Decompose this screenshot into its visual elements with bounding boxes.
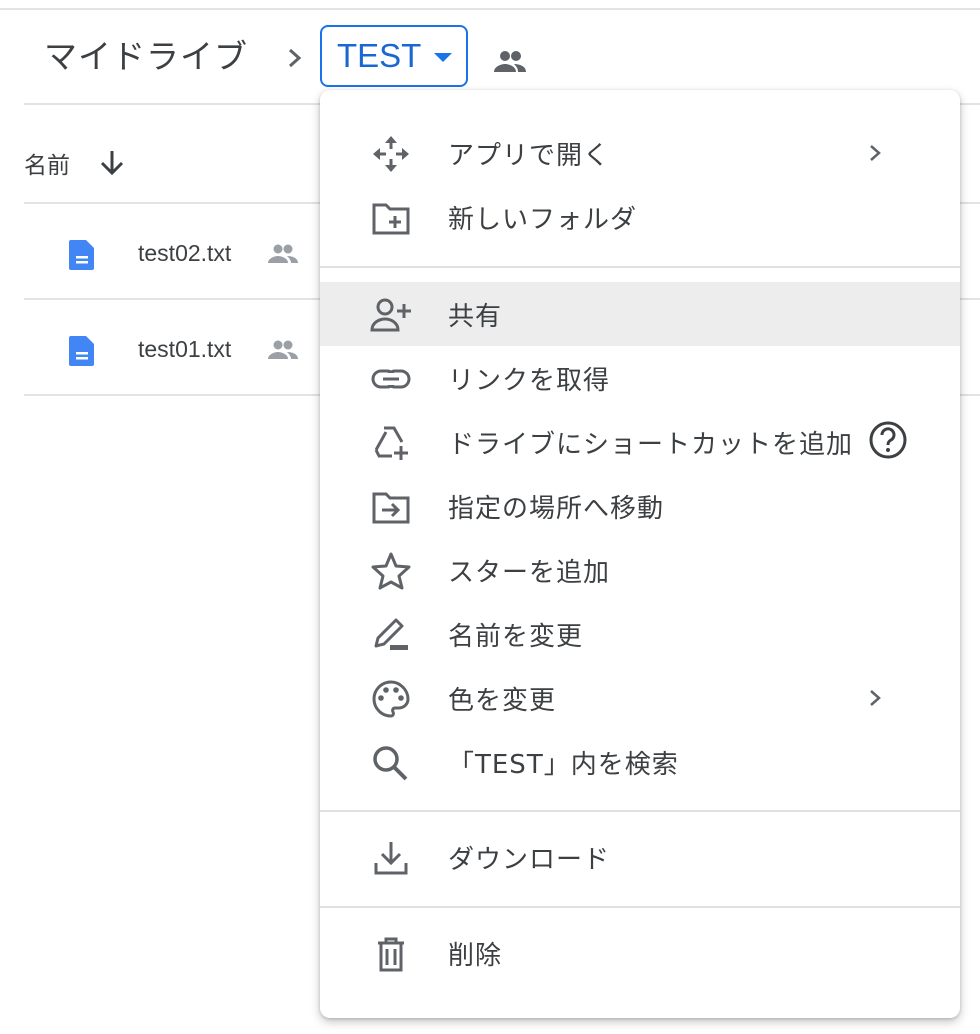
new-folder-icon bbox=[372, 203, 410, 235]
menu-separator bbox=[320, 266, 960, 268]
menu-item-share[interactable]: 共有 bbox=[320, 282, 960, 346]
file-row[interactable]: test02.txt bbox=[24, 204, 324, 299]
breadcrumb-current-label: TEST bbox=[337, 37, 422, 74]
sort-down-arrow-icon[interactable] bbox=[98, 145, 126, 179]
chevron-right-icon bbox=[870, 145, 881, 161]
menu-item-label: 共有 bbox=[448, 302, 503, 332]
menu-item-label: 指定の場所へ移動 bbox=[448, 494, 665, 524]
breadcrumb-current-folder[interactable]: TEST bbox=[320, 25, 468, 87]
column-header-name[interactable]: 名前 bbox=[24, 146, 70, 180]
menu-item-label: アプリで開く bbox=[448, 141, 611, 171]
help-icon[interactable] bbox=[868, 420, 908, 460]
star-icon bbox=[371, 552, 411, 590]
trash-icon bbox=[378, 937, 404, 972]
menu-item-open-with[interactable]: アプリで開く bbox=[320, 121, 960, 185]
menu-item-add-star[interactable]: スターを追加 bbox=[320, 538, 960, 602]
menu-item-label: ダウンロード bbox=[448, 845, 611, 875]
move-to-folder-icon bbox=[372, 492, 410, 524]
menu-item-label: リンクを取得 bbox=[448, 366, 611, 396]
menu-item-label: スターを追加 bbox=[448, 558, 611, 588]
document-icon bbox=[69, 336, 94, 366]
shared-people-icon bbox=[268, 340, 298, 359]
file-row[interactable]: test01.txt bbox=[24, 300, 324, 395]
menu-item-label: 色を変更 bbox=[448, 686, 557, 716]
menu-item-rename[interactable]: 名前を変更 bbox=[320, 602, 960, 666]
menu-separator bbox=[320, 810, 960, 812]
menu-item-new-folder[interactable]: 新しいフォルダ bbox=[320, 185, 960, 249]
menu-item-get-link[interactable]: リンクを取得 bbox=[320, 346, 960, 410]
menu-item-label: ドライブにショートカットを追加 bbox=[448, 430, 854, 460]
menu-item-label: 「TEST」内を検索 bbox=[448, 750, 679, 780]
palette-icon bbox=[372, 680, 410, 718]
menu-item-label: 名前を変更 bbox=[448, 622, 584, 652]
top-divider bbox=[0, 8, 980, 10]
shared-people-icon[interactable] bbox=[492, 48, 528, 76]
caret-down-icon bbox=[434, 53, 452, 62]
search-icon bbox=[373, 746, 408, 781]
file-name: test02.txt bbox=[138, 240, 232, 266]
shared-people-icon bbox=[268, 244, 298, 263]
chevron-right-icon bbox=[289, 48, 302, 68]
menu-separator bbox=[320, 906, 960, 908]
context-menu: アプリで開く 新しいフォルダ 共有 リンクを取得 ドライブにショートカットを追加… bbox=[320, 90, 960, 1018]
chevron-right-icon bbox=[870, 690, 881, 706]
move-arrows-icon bbox=[373, 136, 409, 172]
menu-item-label: 削除 bbox=[448, 941, 503, 971]
link-icon bbox=[371, 369, 411, 389]
person-add-icon bbox=[370, 298, 411, 332]
menu-item-delete[interactable]: 削除 bbox=[320, 921, 960, 985]
add-to-drive-icon bbox=[374, 426, 408, 460]
file-name: test01.txt bbox=[138, 336, 232, 362]
breadcrumb-my-drive[interactable]: マイドライブ bbox=[44, 30, 248, 78]
menu-item-change-color[interactable]: 色を変更 bbox=[320, 666, 960, 730]
document-icon bbox=[69, 240, 94, 270]
menu-item-move-to[interactable]: 指定の場所へ移動 bbox=[320, 474, 960, 538]
download-icon bbox=[374, 842, 408, 875]
menu-item-download[interactable]: ダウンロード bbox=[320, 825, 960, 889]
menu-item-add-shortcut[interactable]: ドライブにショートカットを追加 bbox=[320, 410, 960, 474]
menu-item-label: 新しいフォルダ bbox=[448, 205, 638, 235]
menu-item-search-in-folder[interactable]: 「TEST」内を検索 bbox=[320, 730, 960, 794]
pencil-icon bbox=[374, 618, 408, 650]
